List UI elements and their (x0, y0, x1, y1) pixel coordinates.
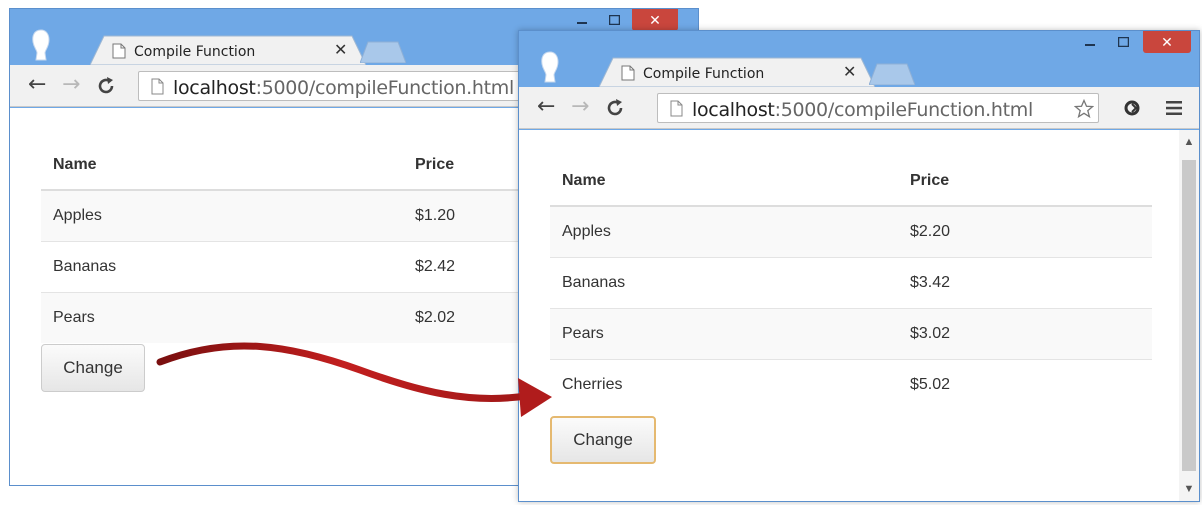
bookmark-star-icon[interactable] (1074, 99, 1094, 119)
table-row: Cherries $5.02 (550, 359, 1152, 410)
address-bar[interactable]: localhost:5000/compileFunction.html (657, 93, 1099, 123)
minimize-button[interactable] (568, 9, 596, 31)
reload-icon[interactable] (605, 98, 625, 118)
cell-price: $1.20 (403, 190, 521, 242)
cell-price: $2.20 (898, 206, 1152, 258)
page-icon (670, 100, 683, 117)
url-host: localhost (692, 99, 775, 121)
scroll-down-icon[interactable]: ▼ (1179, 483, 1199, 495)
vertical-scrollbar[interactable]: ▲ ▼ (1179, 130, 1199, 501)
cell-price: $3.42 (898, 257, 1152, 309)
table-header-row: Name Price (550, 156, 1152, 207)
minimize-icon (577, 22, 587, 24)
table-row: Pears $3.02 (550, 308, 1152, 360)
cell-name: Bananas (550, 257, 898, 309)
extension-icon[interactable] (1123, 99, 1141, 117)
close-icon: ✕ (649, 11, 661, 28)
tab-close-icon[interactable]: ✕ (843, 65, 856, 81)
url-text: localhost:5000/compileFunction.html (692, 99, 1033, 121)
minimize-button[interactable] (1076, 31, 1104, 53)
profile-avatar-icon[interactable] (539, 51, 561, 85)
close-window-button[interactable]: ✕ (1143, 31, 1191, 53)
cell-name: Pears (41, 292, 403, 343)
menu-icon[interactable] (1166, 100, 1182, 116)
cell-price: $3.02 (898, 308, 1152, 360)
url-text: localhost:5000/compileFunction.html (173, 77, 514, 99)
forward-arrow-icon[interactable]: → (571, 96, 589, 118)
cell-name: Bananas (41, 241, 403, 293)
cell-name: Pears (550, 308, 898, 360)
cell-price: $5.02 (910, 375, 951, 393)
column-header-price: Price (898, 156, 1152, 207)
tab-title: Compile Function (134, 44, 256, 60)
change-button[interactable]: Change (41, 344, 145, 392)
maximize-icon (608, 15, 620, 25)
cell-name: Cherries (562, 375, 623, 393)
products-table: Name Price Apples $2.20 Bananas $3.42 Pe… (550, 156, 1152, 410)
tab-compile-function[interactable]: Compile Function ✕ (90, 35, 366, 65)
back-arrow-icon[interactable]: ← (28, 74, 46, 96)
tab-compile-function[interactable]: Compile Function ✕ (599, 57, 875, 87)
close-icon: ✕ (1161, 33, 1173, 50)
scroll-up-icon[interactable]: ▲ (1179, 136, 1199, 148)
column-header-price: Price (403, 140, 521, 191)
table-header-row: Name Price (41, 140, 521, 191)
new-tab-button[interactable] (360, 41, 406, 63)
close-window-button[interactable]: ✕ (632, 9, 678, 31)
table-row: Apples $1.20 (41, 190, 521, 242)
browser-toolbar: ← → localhost:5000/compileFunction.html (519, 87, 1199, 129)
minimize-icon (1085, 44, 1095, 46)
profile-avatar-icon[interactable] (30, 29, 52, 63)
url-path: :5000/compileFunction.html (255, 77, 515, 99)
reload-icon[interactable] (96, 76, 116, 96)
browser-window-after: Compile Function ✕ ✕ ← → localhost:5000/… (518, 30, 1200, 502)
page-icon (151, 78, 164, 95)
cell-name: Apples (41, 190, 403, 242)
cell-price: $2.02 (403, 292, 521, 343)
page-content: Name Price Apples $2.20 Bananas $3.42 Pe… (519, 130, 1199, 501)
table-row: Bananas $2.42 (41, 241, 521, 293)
back-arrow-icon[interactable]: ← (537, 96, 555, 118)
change-button[interactable]: Change (550, 416, 656, 464)
cell-name: Apples (550, 206, 898, 258)
tab-title: Compile Function (643, 66, 765, 82)
tab-close-icon[interactable]: ✕ (334, 43, 347, 59)
forward-arrow-icon[interactable]: → (62, 74, 80, 96)
table-row: Bananas $3.42 (550, 257, 1152, 309)
page-icon (621, 65, 635, 81)
cell-price: $2.42 (403, 241, 521, 293)
maximize-button[interactable] (600, 9, 628, 31)
scrollbar-thumb[interactable] (1182, 160, 1196, 471)
url-path: :5000/compileFunction.html (774, 99, 1034, 121)
page-icon (112, 43, 126, 59)
table-row: Apples $2.20 (550, 206, 1152, 258)
new-tab-button[interactable] (869, 63, 915, 85)
maximize-button[interactable] (1109, 31, 1137, 53)
column-header-name: Name (41, 140, 403, 191)
products-table: Name Price Apples $1.20 Bananas $2.42 Pe… (41, 140, 521, 343)
maximize-icon (1117, 37, 1129, 47)
table-row: Pears $2.02 (41, 292, 521, 343)
url-host: localhost (173, 77, 256, 99)
column-header-name: Name (550, 156, 898, 207)
